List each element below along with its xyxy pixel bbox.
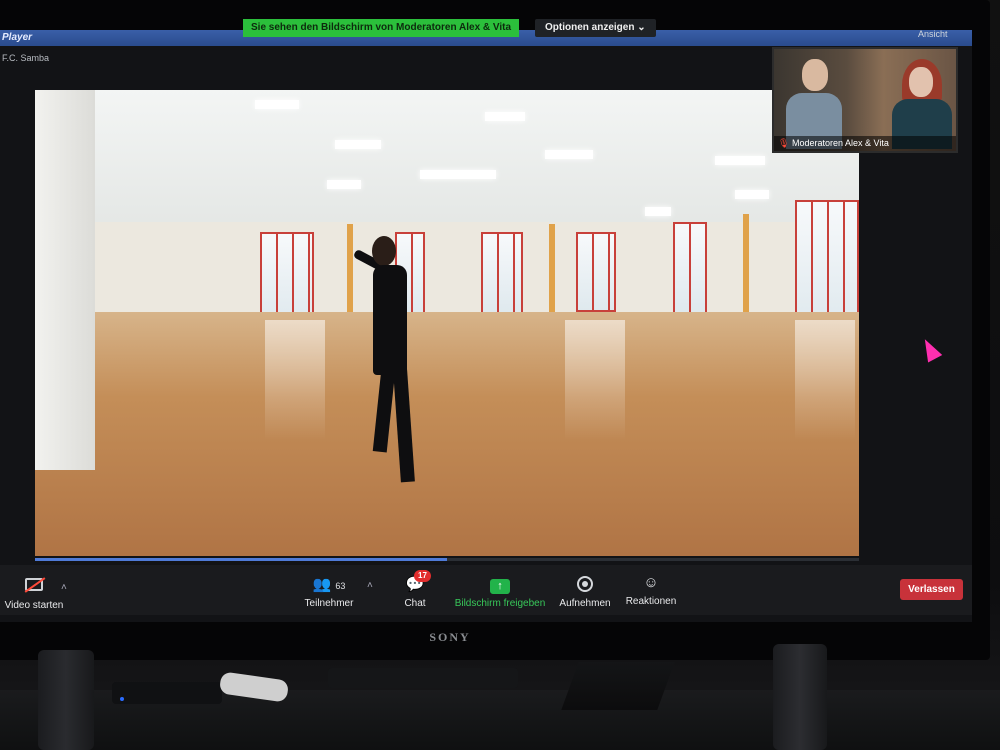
tv-stand-base <box>561 662 675 710</box>
participant-video-thumbnail[interactable]: 🎙 Moderatoren Alex & Vita <box>772 47 958 153</box>
share-screen-arrow-icon: ↑ <box>452 576 548 594</box>
speaker-left <box>38 650 94 750</box>
left-wall <box>35 90 95 470</box>
reactions-label: Reaktionen <box>625 596 677 607</box>
floor-reflection <box>565 320 625 440</box>
hall-window <box>795 200 859 328</box>
ceiling-light <box>645 207 671 216</box>
video-off-icon <box>2 578 66 596</box>
tv-brand-logo: SONY <box>429 630 471 644</box>
keyboard <box>328 668 518 688</box>
participants-button[interactable]: 👥 63 Teilnehmer <box>300 576 358 609</box>
back-wall <box>35 222 859 322</box>
moderator-alex <box>786 59 842 149</box>
dancer-body <box>373 265 407 375</box>
speaker-right <box>773 644 827 750</box>
wall-pillar <box>743 214 749 318</box>
share-screen-label: Bildschirm freigeben <box>454 598 546 609</box>
screen-share-banner: Sie sehen den Bildschirm von Moderatoren… <box>243 19 520 37</box>
hall-window <box>481 232 523 314</box>
moderator-vita <box>892 59 952 149</box>
share-banner-text: Sie sehen den Bildschirm von Moderatoren… <box>251 22 512 33</box>
hall-window <box>260 232 314 324</box>
participant-name: Moderatoren Alex & Vita <box>792 138 889 148</box>
record-button[interactable]: Aufnehmen <box>557 576 613 609</box>
moderator-head <box>909 67 933 97</box>
emoji-plus-icon: ☺ <box>643 574 659 591</box>
player-window-title: Player <box>2 32 33 43</box>
view-menu-button[interactable]: Ansicht <box>912 26 954 42</box>
wall-pillar <box>347 224 353 320</box>
record-icon <box>557 576 613 594</box>
floor-reflection <box>795 320 855 440</box>
view-options-button[interactable]: Optionen anzeigen ⌄ <box>535 19 656 37</box>
ceiling-light <box>735 190 769 199</box>
view-menu-label: Ansicht <box>918 29 948 39</box>
leave-label: Verlassen <box>908 584 955 595</box>
participants-count: 63 <box>335 581 346 591</box>
status-led <box>120 697 124 701</box>
ceiling-light <box>485 112 525 121</box>
video-options-caret-icon[interactable]: ˄ <box>61 582 67 593</box>
hall-window <box>576 232 616 312</box>
floor-reflection <box>265 320 325 440</box>
player-subtitle: F.C. Samba <box>2 53 50 63</box>
leave-meeting-button[interactable]: Verlassen <box>900 579 963 600</box>
video-progress-bar[interactable] <box>35 558 859 561</box>
chevron-down-icon: ⌄ <box>637 22 646 33</box>
start-video-button[interactable]: Video starten <box>2 578 66 611</box>
shared-video <box>35 90 859 556</box>
ceiling-light <box>545 150 593 159</box>
reactions-button[interactable]: ☺ Reaktionen <box>622 574 680 607</box>
hall-window <box>673 222 707 314</box>
ceiling-light <box>327 180 361 189</box>
chat-bubble-icon: 💬 17 <box>398 570 432 594</box>
dance-floor <box>35 312 859 556</box>
start-video-label: Video starten <box>4 600 64 611</box>
participants-icon: 👥 63 <box>312 576 346 593</box>
ceiling-light <box>335 140 381 149</box>
ceiling-light <box>420 170 496 179</box>
photo-scene: Player F.C. Samba Sie sehen den Bildschi… <box>0 0 1000 750</box>
participant-name-label: 🎙 Moderatoren Alex & Vita <box>774 136 956 151</box>
chat-unread-badge: 17 <box>414 570 431 582</box>
video-progress-fill <box>35 558 447 561</box>
record-label: Aufnehmen <box>559 598 611 609</box>
ceiling-light <box>255 100 299 109</box>
chat-label: Chat <box>404 598 426 609</box>
mic-muted-icon: 🎙 <box>778 138 790 148</box>
moderator-head <box>802 59 828 91</box>
chat-button[interactable]: 💬 17 Chat <box>398 570 432 609</box>
participants-label: Teilnehmer <box>304 598 354 609</box>
share-screen-button[interactable]: ↑ Bildschirm freigeben <box>452 576 548 609</box>
wall-pillar <box>549 224 555 316</box>
ceiling-light <box>715 156 765 165</box>
view-options-label: Optionen anzeigen <box>545 22 635 33</box>
dancer-head <box>372 236 396 266</box>
set-top-box <box>112 682 222 704</box>
participants-options-caret-icon[interactable]: ˄ <box>367 580 373 591</box>
